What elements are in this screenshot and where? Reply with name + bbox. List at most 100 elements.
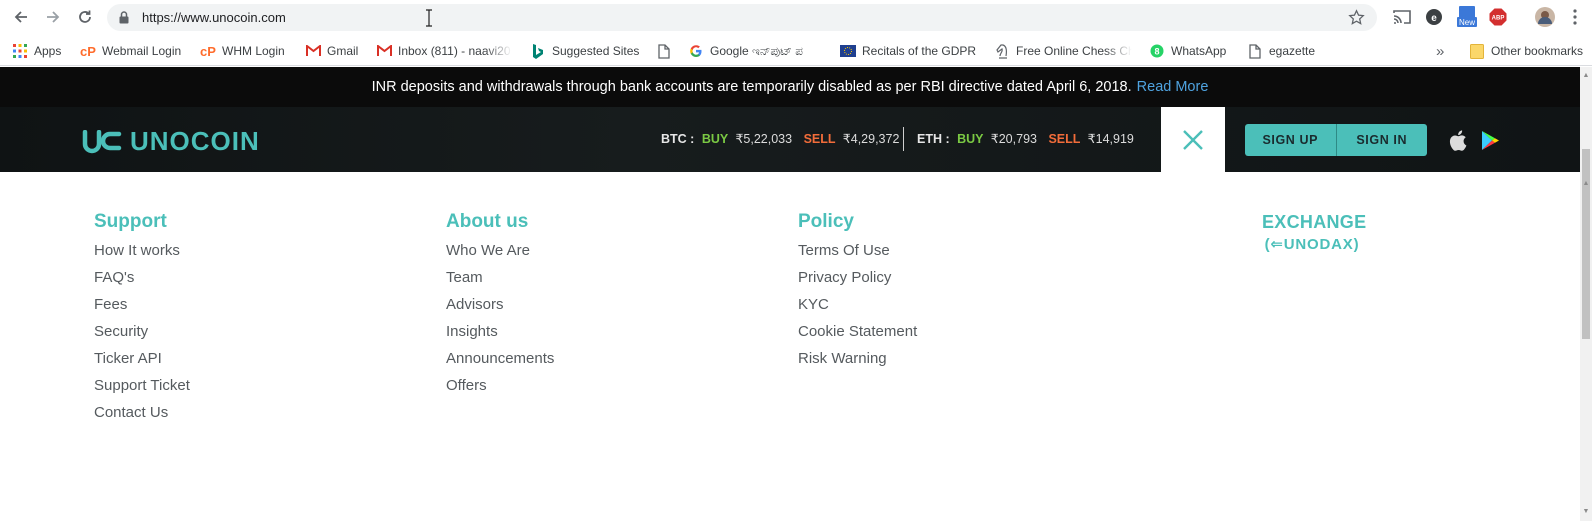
bookmark-label: Webmail Login: [102, 44, 182, 58]
link-how-it-works[interactable]: How It works: [94, 237, 190, 264]
bookmark-apps[interactable]: Apps: [12, 41, 61, 61]
apps-grid-icon: [12, 43, 28, 59]
auth-buttons: SIGN UP SIGN IN: [1245, 124, 1427, 156]
read-more-link[interactable]: Read More: [1137, 79, 1209, 95]
eth-buy-price: ₹20,793: [990, 132, 1037, 146]
bookmark-other-bookmarks[interactable]: Other bookmarks: [1469, 41, 1583, 61]
svg-text:e: e: [1431, 13, 1437, 24]
link-privacy-policy[interactable]: Privacy Policy: [798, 264, 917, 291]
sign-in-button[interactable]: SIGN IN: [1337, 124, 1428, 156]
btc-buy-price: ₹5,22,033: [735, 132, 793, 146]
profile-avatar[interactable]: [1535, 7, 1555, 27]
link-kyc[interactable]: KYC: [798, 291, 917, 318]
link-team[interactable]: Team: [446, 264, 554, 291]
bookmark-gmail[interactable]: Gmail: [305, 41, 358, 61]
chrome-menu-icon[interactable]: [1565, 7, 1585, 27]
bookmark-untitled[interactable]: [656, 41, 678, 61]
eth-buy-label: BUY: [957, 132, 984, 146]
footer-links: Support How It works FAQ's Fees Security…: [0, 172, 1580, 521]
link-offers[interactable]: Offers: [446, 372, 554, 399]
bookmark-label: Free Online Chess Ch: [1016, 44, 1132, 58]
eth-ticker: ETH : BUY ₹20,793 SELL ₹14,919: [917, 131, 1134, 146]
policy-heading: Policy: [798, 211, 854, 232]
bookmark-star-icon[interactable]: [1348, 9, 1365, 31]
eth-label: ETH :: [917, 132, 950, 146]
support-heading: Support: [94, 211, 167, 232]
scroll-up-icon[interactable]: ▲: [1582, 179, 1590, 187]
cast-icon[interactable]: [1392, 7, 1412, 27]
ticker-divider: [903, 127, 904, 151]
link-risk-warning[interactable]: Risk Warning: [798, 345, 917, 372]
bookmark-google-input[interactable]: Google ಇನ್‌ಪುಟ್ ಪ: [688, 41, 824, 61]
link-support-ticket[interactable]: Support Ticket: [94, 372, 190, 399]
btc-label: BTC :: [661, 132, 695, 146]
link-security[interactable]: Security: [94, 318, 190, 345]
address-bar[interactable]: https://www.unocoin.com: [107, 4, 1377, 31]
adblock-icon[interactable]: ABP: [1488, 7, 1508, 27]
bookmark-chess[interactable]: Free Online Chess Ch: [994, 41, 1132, 61]
bookmark-label: Gmail: [327, 44, 359, 58]
gmail-icon: [376, 43, 392, 59]
page-scrollbar[interactable]: ▲ ▲ ▼: [1580, 67, 1592, 521]
folder-icon: [1469, 43, 1485, 59]
bookmark-label: egazette: [1269, 44, 1316, 58]
link-faqs[interactable]: FAQ's: [94, 264, 190, 291]
news-extension-icon[interactable]: New: [1456, 6, 1478, 27]
bookmark-whatsapp[interactable]: 8 WhatsApp: [1149, 41, 1226, 61]
url-text: https://www.unocoin.com: [142, 10, 286, 25]
about-column: About us Who We Are Team Advisors Insigh…: [446, 210, 554, 399]
browser-toolbar: https://www.unocoin.com e New ABP: [0, 0, 1592, 35]
scrollbar-thumb[interactable]: [1582, 149, 1590, 339]
link-insights[interactable]: Insights: [446, 318, 554, 345]
bookmarks-overflow-icon[interactable]: »: [1436, 41, 1444, 61]
bookmark-whm-login[interactable]: cP WHM Login: [200, 41, 285, 61]
eu-flag-icon: [840, 43, 856, 59]
exchange-link[interactable]: EXCHANGE (⇐UNODAX): [1262, 210, 1366, 253]
unodax-logo: (⇐UNODAX): [1264, 236, 1360, 253]
btc-sell-price: ₹4,29,372: [842, 132, 900, 146]
reload-icon[interactable]: [74, 6, 96, 28]
btc-sell-label: SELL: [803, 132, 836, 146]
bookmark-label: Other bookmarks: [1491, 44, 1584, 58]
sign-up-button[interactable]: SIGN UP: [1245, 124, 1336, 156]
link-announcements[interactable]: Announcements: [446, 345, 554, 372]
link-terms-of-use[interactable]: Terms Of Use: [798, 237, 917, 264]
scroll-up-icon[interactable]: ▲: [1582, 71, 1590, 79]
chess-knight-icon: [994, 43, 1010, 59]
bookmark-label: WhatsApp: [1171, 44, 1227, 58]
bookmark-label: Apps: [34, 44, 62, 58]
bookmark-label: Google ಇನ್‌ಪುಟ್ ಪ: [710, 43, 803, 58]
link-ticker-api[interactable]: Ticker API: [94, 345, 190, 372]
link-contact-us[interactable]: Contact Us: [94, 399, 190, 426]
google-icon: [688, 43, 704, 59]
notice-banner: INR deposits and withdrawals through ban…: [0, 67, 1580, 107]
link-who-we-are[interactable]: Who We Are: [446, 237, 554, 264]
lock-icon: [119, 11, 129, 29]
page-icon: [1247, 43, 1263, 59]
apple-icon[interactable]: [1447, 129, 1469, 151]
close-menu-button[interactable]: [1161, 107, 1225, 172]
bookmark-suggested-sites[interactable]: Suggested Sites: [530, 41, 639, 61]
link-cookie-statement[interactable]: Cookie Statement: [798, 318, 917, 345]
extension-e-icon[interactable]: e: [1424, 7, 1444, 27]
bookmark-egazette[interactable]: egazette: [1247, 41, 1315, 61]
about-heading: About us: [446, 211, 529, 232]
unocoin-logo[interactable]: UNOCOIN: [82, 126, 260, 157]
bookmark-webmail-login[interactable]: cP Webmail Login: [80, 41, 181, 61]
site-header: UNOCOIN BTC : BUY ₹5,22,033 SELL ₹4,29,3…: [0, 107, 1580, 172]
google-play-icon[interactable]: [1479, 129, 1501, 151]
scroll-down-icon[interactable]: ▼: [1582, 507, 1590, 515]
close-icon: [1183, 129, 1203, 150]
forward-icon[interactable]: [42, 6, 64, 28]
bookmark-label: Recitals of the GDPR: [862, 44, 977, 58]
link-fees[interactable]: Fees: [94, 291, 190, 318]
bookmark-gdpr[interactable]: Recitals of the GDPR: [840, 41, 976, 61]
svg-text:8: 8: [1154, 47, 1159, 57]
bookmark-inbox[interactable]: Inbox (811) - naavi20: [376, 41, 512, 61]
btc-buy-label: BUY: [701, 132, 728, 146]
cpanel-icon: cP: [80, 43, 96, 59]
link-advisors[interactable]: Advisors: [446, 291, 554, 318]
svg-text:cP: cP: [80, 44, 96, 58]
back-icon[interactable]: [10, 6, 32, 28]
svg-text:ABP: ABP: [1492, 16, 1505, 22]
